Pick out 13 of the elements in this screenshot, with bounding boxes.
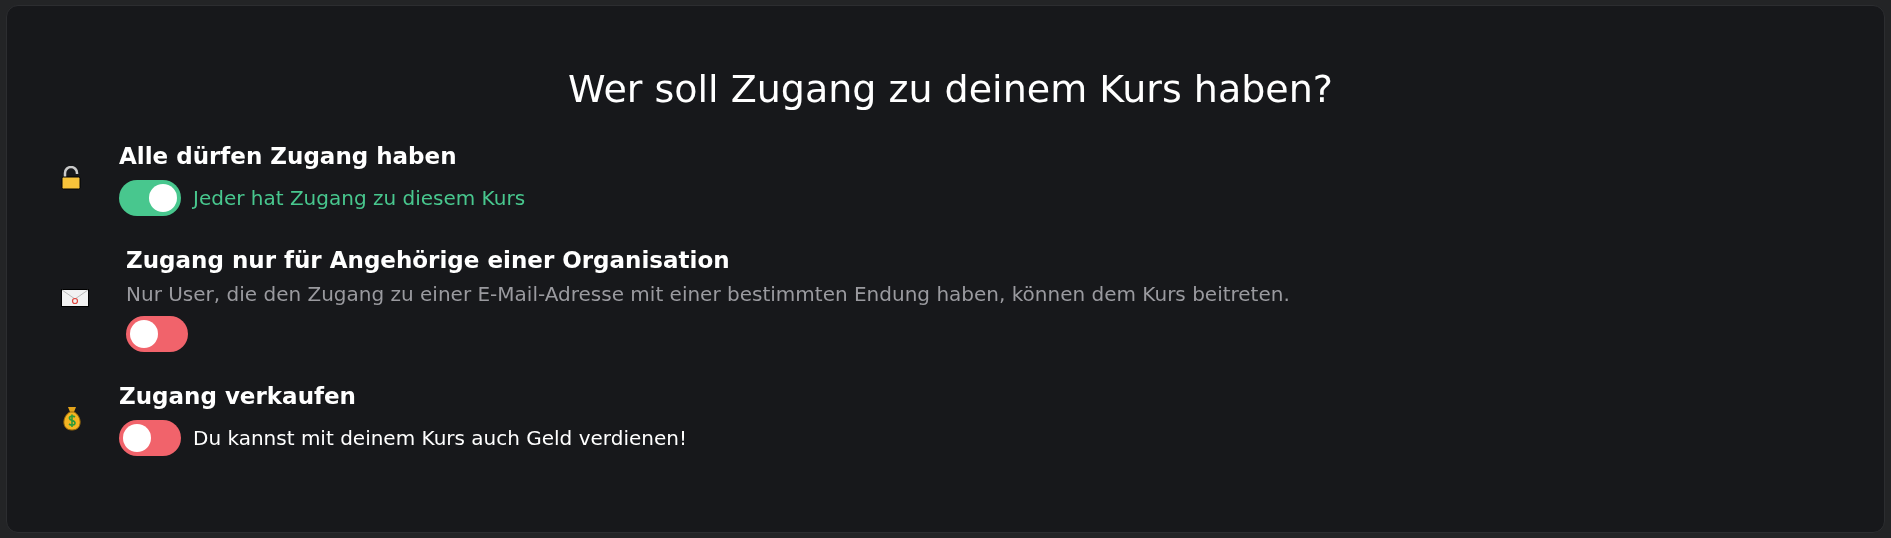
padlock-icon [61, 166, 81, 190]
option-description: Jeder hat Zugang zu diesem Kurs [193, 185, 526, 212]
option-description: Du kannst mit deinem Kurs auch Geld verdienen! [193, 425, 687, 452]
option-heading: Zugang verkaufen [119, 382, 357, 411]
money-bag-icon [61, 405, 83, 431]
toggle-switch[interactable] [119, 180, 181, 216]
toggle-switch[interactable] [119, 420, 181, 456]
option-heading: Zugang nur für Angehörige einer Organisation [126, 246, 731, 275]
option-description: Nur User, die den Zugang zu einer E-Mail-Adresse mit einer bestimmten Endung haben, können dem Kurs beitreten. [126, 281, 1290, 308]
option-heading: Alle dürfen Zugang haben [119, 142, 458, 171]
envelope-icon [61, 289, 89, 307]
toggle-switch[interactable] [126, 316, 188, 352]
page-title: Wer soll Zugang zu deinem Kurs haben? [567, 66, 1334, 113]
